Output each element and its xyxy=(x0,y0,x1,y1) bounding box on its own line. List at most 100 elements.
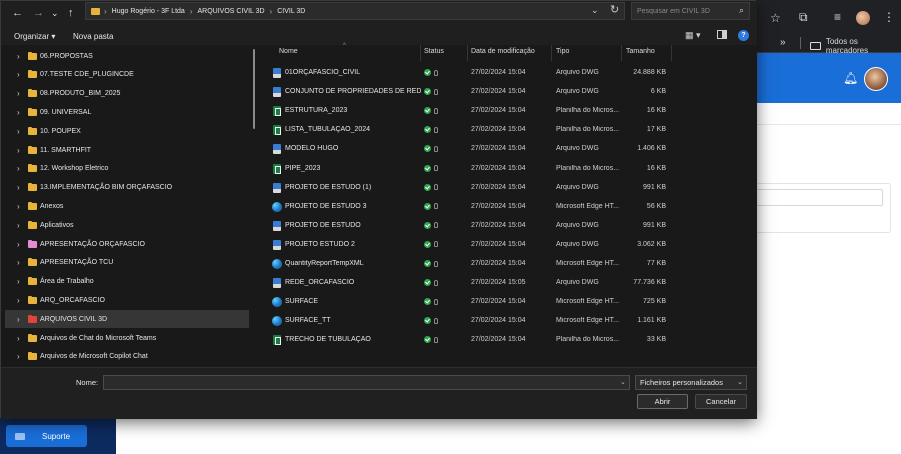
nav-tree-item[interactable]: › 06.PROPOSTAS xyxy=(5,47,249,65)
extensions-icon[interactable]: ⧉ xyxy=(799,10,808,24)
chevron-right-icon[interactable]: › xyxy=(17,183,27,192)
back-arrow-icon[interactable]: ← xyxy=(12,5,23,21)
nav-tree-item[interactable]: › Aplicativos xyxy=(5,216,249,234)
file-row[interactable]: CONJUNTO DE PROPRIEDADES DE REDE 27/02/20… xyxy=(267,83,671,102)
search-input[interactable] xyxy=(637,6,733,17)
chevron-right-icon[interactable]: › xyxy=(17,52,27,61)
site-card-input[interactable] xyxy=(755,189,883,206)
preview-pane-icon[interactable] xyxy=(717,30,727,39)
notification-bell-icon[interactable]: 🔔︎ xyxy=(843,71,858,85)
file-row[interactable]: TRECHO DE TUBULAÇÃO 27/02/2024 15:04 Plani… xyxy=(267,331,671,350)
bookmarks-overflow-icon[interactable]: » xyxy=(780,36,786,50)
support-button[interactable]: Suporte xyxy=(6,425,87,447)
media-controls-icon[interactable]: ≡ xyxy=(834,10,841,24)
column-divider[interactable] xyxy=(621,45,622,61)
file-row[interactable]: LISTA_TUBULAÇÃO_2024 27/02/2024 15:04 Plan… xyxy=(267,121,671,140)
chevron-down-icon[interactable]: ⌄ xyxy=(737,378,743,386)
breadcrumb[interactable]: › Hugo Rogério - 3F Ltda › ARQUIVOS CIVI… xyxy=(85,2,625,20)
chevron-right-icon[interactable]: › xyxy=(17,334,27,343)
refresh-icon[interactable]: ↻ xyxy=(610,3,619,16)
breadcrumb-item[interactable]: Hugo Rogério - 3F Ltda xyxy=(112,8,185,15)
view-options-icon[interactable]: ▦ ▾ xyxy=(685,30,701,41)
chevron-right-icon[interactable]: › xyxy=(17,108,27,117)
breadcrumb-item[interactable]: ARQUIVOS CIVIL 3D xyxy=(198,8,265,15)
nav-tree-item[interactable]: › Arquivos de Chat do Microsoft Teams xyxy=(5,329,249,347)
chevron-right-icon[interactable]: › xyxy=(17,202,27,211)
file-row[interactable]: PROJETO DE ESTUDO 27/02/2024 15:04 Arquivo… xyxy=(267,217,671,236)
chevron-down-icon[interactable]: ⌄ xyxy=(591,5,599,16)
nav-tree-item[interactable]: › 10. POUPEX xyxy=(5,122,249,140)
chevron-down-icon[interactable]: ⌄ xyxy=(620,378,626,386)
nav-tree-item[interactable]: › APRESENTAÇÃO TCU xyxy=(5,254,249,272)
column-divider[interactable] xyxy=(551,45,552,61)
nav-tree-item[interactable]: › 12. Workshop Eletrico xyxy=(5,160,249,178)
file-row[interactable]: SURFACE 27/02/2024 15:04 Microsoft Edge HT… xyxy=(267,293,671,312)
column-divider[interactable] xyxy=(420,45,421,61)
file-row[interactable]: REDE_ORCAFASCIO 27/02/2024 15:05 Arquivo D… xyxy=(267,274,671,293)
navigation-scrollbar[interactable] xyxy=(253,49,255,129)
chevron-right-icon[interactable]: › xyxy=(17,127,27,136)
recent-locations-icon[interactable]: ⌄ xyxy=(51,5,59,21)
chevron-right-icon[interactable]: › xyxy=(17,296,27,305)
file-row[interactable]: MODELO HUGO 27/02/2024 15:04 Arquivo DWG 1.… xyxy=(267,140,671,159)
help-icon[interactable]: ? xyxy=(738,30,749,41)
open-button[interactable]: Abrir xyxy=(637,394,688,409)
column-header-size[interactable]: Tamanho xyxy=(626,48,655,60)
chevron-right-icon[interactable]: › xyxy=(17,352,27,361)
nav-tree-item[interactable]: › 11. SMARTHFIT xyxy=(5,141,249,159)
column-divider[interactable] xyxy=(467,45,468,61)
synced-check-icon xyxy=(424,107,431,115)
bookmark-star-icon[interactable]: ☆ xyxy=(770,11,781,25)
chevron-right-icon[interactable]: › xyxy=(17,164,27,173)
nav-tree-item[interactable]: › Área de Trabalho xyxy=(5,273,249,291)
nav-tree-item[interactable]: › ARQ_ORCAFASCIO xyxy=(5,291,249,309)
file-row[interactable]: QuantityReportTempXML 27/02/2024 15:04 Mic… xyxy=(267,255,671,274)
file-row[interactable]: PIPE_2023 27/02/2024 15:04 Planilha do Mic… xyxy=(267,160,671,179)
organize-button[interactable]: Organizar ▾ xyxy=(14,32,55,41)
search-box[interactable]: ⌕ xyxy=(631,2,750,20)
file-row[interactable]: 01ORÇAFASCIO_CIVIL 27/02/2024 15:04 Arquiv… xyxy=(267,64,671,83)
search-icon[interactable]: ⌕ xyxy=(739,5,744,16)
folder-icon xyxy=(28,239,37,248)
column-header-type[interactable]: Tipo xyxy=(556,48,569,60)
chevron-right-icon[interactable]: › xyxy=(17,240,27,249)
shared-person-icon xyxy=(434,88,438,95)
up-arrow-icon[interactable]: ↑ xyxy=(68,5,74,21)
cancel-button[interactable]: Cancelar xyxy=(695,394,747,409)
file-row[interactable]: SURFACE_TT 27/02/2024 15:04 Microsoft Edge… xyxy=(267,312,671,331)
forward-arrow-icon[interactable]: → xyxy=(33,5,44,21)
column-header-status[interactable]: Status xyxy=(424,48,444,60)
nav-tree-item[interactable]: › 07.TESTE CDE_PLUGINCDE xyxy=(5,66,249,84)
breadcrumb-item[interactable]: CIVIL 3D xyxy=(277,8,305,15)
column-divider[interactable] xyxy=(671,45,672,61)
chevron-right-icon[interactable]: › xyxy=(17,89,27,98)
file-name-input[interactable] xyxy=(103,375,630,390)
chevron-right-icon[interactable]: › xyxy=(17,146,27,155)
nav-tree-item[interactable]: › Arquivos de Microsoft Copilot Chat xyxy=(5,348,249,366)
chevron-right-icon[interactable]: › xyxy=(17,258,27,267)
column-header-name[interactable]: Nome xyxy=(279,48,298,60)
browser-profile-avatar[interactable] xyxy=(856,11,870,25)
nav-tree-item[interactable]: › 09. UNIVERSAL xyxy=(5,103,249,121)
chevron-right-icon[interactable]: › xyxy=(17,221,27,230)
chevron-right-icon[interactable]: › xyxy=(17,315,27,324)
browser-menu-icon[interactable]: ⋮ xyxy=(883,10,895,24)
new-folder-button[interactable]: Nova pasta xyxy=(73,32,113,41)
chevron-right-icon[interactable]: › xyxy=(17,70,27,79)
file-type-filter-select[interactable]: Ficheiros personalizados xyxy=(635,375,747,390)
nav-tree-item[interactable]: › 13.IMPLEMENTAÇÃO BIM ORÇAFASCIO xyxy=(5,179,249,197)
file-row[interactable]: PROJETO DE ESTUDO (1) 27/02/2024 15:04 Arq… xyxy=(267,179,671,198)
site-user-avatar[interactable] xyxy=(864,67,888,91)
file-row[interactable]: PROJETO ESTUDO 2 27/02/2024 15:04 Arquivo … xyxy=(267,236,671,255)
chevron-right-icon[interactable]: › xyxy=(17,277,27,286)
nav-tree-item[interactable]: › Anexos xyxy=(5,197,249,215)
synced-check-icon xyxy=(424,202,431,210)
nav-tree-item[interactable]: › APRESENTAÇÃO ORÇAFASCIO xyxy=(5,235,249,253)
file-row[interactable]: ESTRUTURA_2023 27/02/2024 15:04 Planilha d… xyxy=(267,102,671,121)
nav-tree-item[interactable]: › 08.PRODUTO_BIM_2025 xyxy=(5,85,249,103)
column-header-modified[interactable]: Data de modificação xyxy=(471,48,535,60)
file-row[interactable]: PROJETO DE ESTUDO 3 27/02/2024 15:04 Micro… xyxy=(267,198,671,217)
file-modified-date: 27/02/2024 15:04 xyxy=(471,202,526,210)
file-size: 24.888 KB xyxy=(633,69,666,76)
nav-tree-item[interactable]: › ARQUIVOS CIVIL 3D xyxy=(5,310,249,329)
